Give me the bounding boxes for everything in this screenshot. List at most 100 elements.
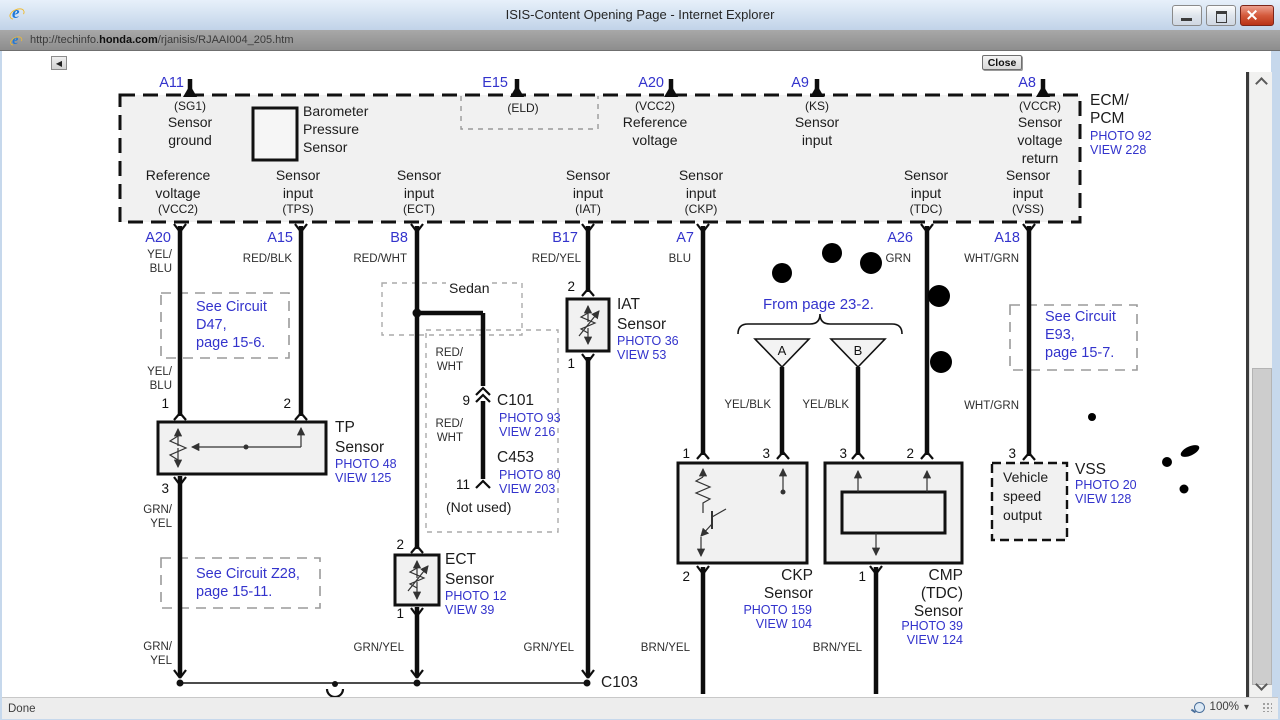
ect-photo[interactable]: PHOTO 12 xyxy=(445,590,507,603)
ckp-photo[interactable]: PHOTO 159 xyxy=(743,604,812,617)
ref-d47-1[interactable]: See Circuit xyxy=(196,300,267,315)
url-text[interactable]: http://techinfo.honda.com/rjanisis/RJAAI… xyxy=(30,34,294,46)
pin-a26: A26 xyxy=(887,230,913,246)
diagram-label: input xyxy=(282,185,314,201)
close-window-button[interactable] xyxy=(1240,5,1274,26)
ref-z28-2[interactable]: page 15-11. xyxy=(196,585,272,600)
diagram-label: Sensor xyxy=(167,114,213,130)
page-ie-icon: e xyxy=(10,32,24,48)
ecm-view[interactable]: VIEW 228 xyxy=(1090,144,1146,157)
ref-z28-1[interactable]: See Circuit Z28, xyxy=(196,567,300,582)
diagram-label: 1 xyxy=(567,356,575,371)
diagram-label: 1 xyxy=(858,569,866,584)
diagram-label: input xyxy=(685,185,717,201)
pin-a18: A18 xyxy=(994,230,1020,246)
title-bar[interactable]: e ISIS-Content Opening Page - Internet E… xyxy=(0,0,1280,31)
diagram-label: BLU xyxy=(668,253,691,265)
minimize-button[interactable] xyxy=(1172,5,1202,26)
diagram-label: GRN/YEL xyxy=(353,642,405,654)
maximize-icon xyxy=(1216,11,1227,23)
diagram-label: input xyxy=(801,132,833,148)
diagram-label: Sensor xyxy=(1017,114,1063,130)
zoom-magnifier-icon xyxy=(1193,701,1205,713)
diagram-label: 3 xyxy=(161,481,169,496)
c101-photo[interactable]: PHOTO 93 xyxy=(499,412,561,425)
address-bar[interactable]: e http://techinfo.honda.com/rjanisis/RJA… xyxy=(0,30,1280,51)
ref-d47-2[interactable]: D47, xyxy=(196,318,227,333)
ecm-photo[interactable]: PHOTO 92 xyxy=(1090,130,1152,143)
diagram-label: (TDC) xyxy=(909,202,943,216)
vss-view[interactable]: VIEW 128 xyxy=(1075,493,1131,506)
scroll-up-button[interactable] xyxy=(1250,72,1272,90)
diagram-label: GRN/ xyxy=(143,641,172,653)
diagram-label: BLU xyxy=(149,263,172,275)
diagram-label: (IAT) xyxy=(575,202,601,216)
url-domain: honda.com xyxy=(99,34,158,46)
zoom-dropdown-icon[interactable]: ▾ xyxy=(1244,702,1249,713)
status-bar: Done 100% ▾ xyxy=(2,697,1278,719)
pin-a20: A20 xyxy=(145,230,171,246)
diagram-label: RED/YEL xyxy=(531,253,581,265)
ref-d47-3[interactable]: page 15-6. xyxy=(196,336,265,351)
diagram-label: 2 xyxy=(396,537,404,552)
diagram-label: BRN/YEL xyxy=(812,642,862,654)
c453-photo[interactable]: PHOTO 80 xyxy=(499,469,561,482)
cmp-view[interactable]: VIEW 124 xyxy=(907,634,963,647)
close-page-button[interactable]: Close xyxy=(982,55,1022,70)
ref-e93-2[interactable]: E93, xyxy=(1045,328,1075,343)
iat-photo[interactable]: PHOTO 36 xyxy=(617,335,679,348)
diagram-label: 2 xyxy=(906,446,914,461)
diagram-label: input xyxy=(572,185,604,201)
iat-view[interactable]: VIEW 53 xyxy=(617,349,666,362)
diagram-label: Sensor xyxy=(903,167,949,183)
diagram-label: Sensor xyxy=(565,167,611,183)
diagram-label: 1 xyxy=(161,396,169,411)
diagram-label: (VCCR) xyxy=(1019,99,1061,113)
ect-name-2: Sensor xyxy=(445,571,495,588)
diagram-label: GRN xyxy=(885,253,911,265)
ckp-view[interactable]: VIEW 104 xyxy=(756,618,812,631)
ect-view[interactable]: VIEW 39 xyxy=(445,604,494,617)
connector-a20-top: A20 xyxy=(638,75,664,91)
scrollbar-thumb[interactable] xyxy=(1252,368,1272,685)
vss-name: VSS xyxy=(1075,461,1107,478)
vertical-scrollbar[interactable] xyxy=(1249,72,1272,697)
tp-view[interactable]: VIEW 125 xyxy=(335,472,391,485)
diagram-label: RED/BLK xyxy=(242,253,292,265)
c453-view[interactable]: VIEW 203 xyxy=(499,483,555,496)
vss-photo[interactable]: PHOTO 20 xyxy=(1075,479,1137,492)
diagram-label: GRN/YEL xyxy=(523,642,575,654)
diagram-label: voltage xyxy=(1017,132,1063,148)
diagram-label: (CKP) xyxy=(684,202,718,216)
zoom-level[interactable]: 100% xyxy=(1210,701,1239,713)
cmp-name-1: CMP xyxy=(928,567,963,584)
ref-e93-1[interactable]: See Circuit xyxy=(1045,310,1116,325)
diagram-label: return xyxy=(1021,150,1059,166)
triangle-b-label: B xyxy=(853,343,863,358)
ref-from-page[interactable]: From page 23-2. xyxy=(763,297,874,312)
triangle-a-label: A xyxy=(777,343,787,358)
diagram-label: Sensor xyxy=(1005,167,1051,183)
diagram-label: input xyxy=(1012,185,1044,201)
diagram-label: RED/ xyxy=(435,347,463,359)
maximize-button[interactable] xyxy=(1206,5,1236,26)
back-button[interactable]: ◀ xyxy=(51,56,67,70)
diagram-label: Reference xyxy=(145,167,211,183)
not-used: (Not used) xyxy=(446,499,512,515)
diagram-label: Barometer xyxy=(303,103,369,119)
cmp-photo[interactable]: PHOTO 39 xyxy=(901,620,963,633)
ecm-title-2: PCM xyxy=(1090,110,1125,127)
diagram-label: 1 xyxy=(396,606,404,621)
diagram-label: 3 xyxy=(839,446,847,461)
conn-c453: C453 xyxy=(497,449,535,466)
c101-view[interactable]: VIEW 216 xyxy=(499,426,555,439)
pin-b17: B17 xyxy=(552,230,578,246)
diagram-label: YEL xyxy=(150,655,172,667)
diagram-label: RED/ xyxy=(435,418,463,430)
resize-grip[interactable] xyxy=(1262,702,1272,712)
connector-a9: A9 xyxy=(791,75,809,91)
diagram-label: WHT xyxy=(436,432,463,444)
ref-e93-3[interactable]: page 15-7. xyxy=(1045,346,1114,361)
tp-photo[interactable]: PHOTO 48 xyxy=(335,458,397,471)
scroll-down-button[interactable] xyxy=(1250,677,1272,695)
